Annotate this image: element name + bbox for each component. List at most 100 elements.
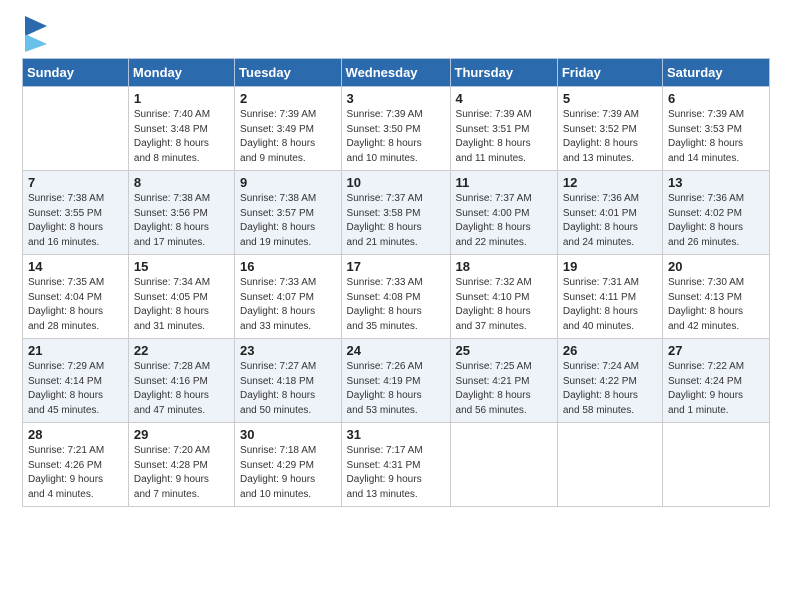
calendar-header-row: SundayMondayTuesdayWednesdayThursdayFrid… <box>23 59 770 87</box>
calendar-cell: 3 Sunrise: 7:39 AM Sunset: 3:50 PM Daylig… <box>341 87 450 171</box>
calendar-cell: 11 Sunrise: 7:37 AM Sunset: 4:00 PM Dayli… <box>450 171 557 255</box>
calendar-cell: 16 Sunrise: 7:33 AM Sunset: 4:07 PM Dayli… <box>235 255 341 339</box>
calendar-cell: 14Sunrise: 7:35 AM Sunset: 4:04 PM Dayli… <box>23 255 129 339</box>
header <box>22 18 770 52</box>
day-of-week-header: Wednesday <box>341 59 450 87</box>
day-number: 13 <box>668 175 764 190</box>
calendar-cell: 5 Sunrise: 7:39 AM Sunset: 3:52 PM Daylig… <box>557 87 662 171</box>
calendar-cell: 21 Sunrise: 7:29 AM Sunset: 4:14 PM Dayli… <box>23 339 129 423</box>
day-number: 18 <box>456 259 552 274</box>
day-detail: Sunrise: 7:30 AM Sunset: 4:13 PM Dayligh… <box>668 276 764 334</box>
day-of-week-header: Sunday <box>23 59 129 87</box>
day-number: 20 <box>668 259 764 274</box>
day-detail: Sunrise: 7:39 AM Sunset: 3:50 PM Dayligh… <box>347 108 445 166</box>
calendar-cell: 8 Sunrise: 7:38 AM Sunset: 3:56 PM Daylig… <box>128 171 234 255</box>
day-of-week-header: Saturday <box>662 59 769 87</box>
day-number: 5 <box>563 91 657 106</box>
calendar-cell: 23Sunrise: 7:27 AM Sunset: 4:18 PM Dayli… <box>235 339 341 423</box>
day-number: 28 <box>28 427 123 442</box>
day-detail: Sunrise: 7:33 AM Sunset: 4:08 PM Dayligh… <box>347 276 445 334</box>
calendar-cell: 30Sunrise: 7:18 AM Sunset: 4:29 PM Dayli… <box>235 423 341 507</box>
logo <box>22 18 47 52</box>
day-detail: Sunrise: 7:38 AM Sunset: 3:57 PM Dayligh… <box>240 192 335 250</box>
calendar-week-row: 28 Sunrise: 7:21 AM Sunset: 4:26 PM Dayli… <box>23 423 770 507</box>
day-number: 9 <box>240 175 335 190</box>
day-detail: Sunrise: 7:22 AM Sunset: 4:24 PM Dayligh… <box>668 360 764 418</box>
calendar-cell: 18 Sunrise: 7:32 AM Sunset: 4:10 PM Dayli… <box>450 255 557 339</box>
day-detail: Sunrise: 7:31 AM Sunset: 4:11 PM Dayligh… <box>563 276 657 334</box>
calendar-cell: 19 Sunrise: 7:31 AM Sunset: 4:11 PM Dayli… <box>557 255 662 339</box>
day-detail: Sunrise: 7:33 AM Sunset: 4:07 PM Dayligh… <box>240 276 335 334</box>
day-detail: Sunrise: 7:20 AM Sunset: 4:28 PM Dayligh… <box>134 444 229 502</box>
day-detail: Sunrise: 7:39 AM Sunset: 3:52 PM Dayligh… <box>563 108 657 166</box>
day-number: 1 <box>134 91 229 106</box>
day-detail: Sunrise: 7:40 AM Sunset: 3:48 PM Dayligh… <box>134 108 229 166</box>
calendar-cell: 12 Sunrise: 7:36 AM Sunset: 4:01 PM Dayli… <box>557 171 662 255</box>
calendar-week-row: 14Sunrise: 7:35 AM Sunset: 4:04 PM Dayli… <box>23 255 770 339</box>
day-number: 19 <box>563 259 657 274</box>
day-number: 31 <box>347 427 445 442</box>
day-detail: Sunrise: 7:32 AM Sunset: 4:10 PM Dayligh… <box>456 276 552 334</box>
calendar-cell: 1 Sunrise: 7:40 AM Sunset: 3:48 PM Daylig… <box>128 87 234 171</box>
day-number: 15 <box>134 259 229 274</box>
day-of-week-header: Tuesday <box>235 59 341 87</box>
calendar-cell: 22 Sunrise: 7:28 AM Sunset: 4:16 PM Dayli… <box>128 339 234 423</box>
calendar-cell: 27 Sunrise: 7:22 AM Sunset: 4:24 PM Dayli… <box>662 339 769 423</box>
calendar-cell: 4Sunrise: 7:39 AM Sunset: 3:51 PM Daylig… <box>450 87 557 171</box>
day-number: 11 <box>456 175 552 190</box>
day-number: 22 <box>134 343 229 358</box>
day-detail: Sunrise: 7:28 AM Sunset: 4:16 PM Dayligh… <box>134 360 229 418</box>
day-number: 7 <box>28 175 123 190</box>
day-detail: Sunrise: 7:34 AM Sunset: 4:05 PM Dayligh… <box>134 276 229 334</box>
day-of-week-header: Thursday <box>450 59 557 87</box>
day-detail: Sunrise: 7:26 AM Sunset: 4:19 PM Dayligh… <box>347 360 445 418</box>
calendar-cell: 26Sunrise: 7:24 AM Sunset: 4:22 PM Dayli… <box>557 339 662 423</box>
day-number: 17 <box>347 259 445 274</box>
day-detail: Sunrise: 7:39 AM Sunset: 3:53 PM Dayligh… <box>668 108 764 166</box>
calendar-cell <box>450 423 557 507</box>
calendar-cell: 2 Sunrise: 7:39 AM Sunset: 3:49 PM Daylig… <box>235 87 341 171</box>
page: SundayMondayTuesdayWednesdayThursdayFrid… <box>0 0 792 612</box>
day-detail: Sunrise: 7:36 AM Sunset: 4:01 PM Dayligh… <box>563 192 657 250</box>
day-number: 2 <box>240 91 335 106</box>
day-of-week-header: Monday <box>128 59 234 87</box>
day-number: 3 <box>347 91 445 106</box>
calendar-table: SundayMondayTuesdayWednesdayThursdayFrid… <box>22 58 770 507</box>
calendar-week-row: 1 Sunrise: 7:40 AM Sunset: 3:48 PM Daylig… <box>23 87 770 171</box>
day-detail: Sunrise: 7:24 AM Sunset: 4:22 PM Dayligh… <box>563 360 657 418</box>
day-detail: Sunrise: 7:38 AM Sunset: 3:56 PM Dayligh… <box>134 192 229 250</box>
day-number: 25 <box>456 343 552 358</box>
calendar-cell: 28 Sunrise: 7:21 AM Sunset: 4:26 PM Dayli… <box>23 423 129 507</box>
day-number: 24 <box>347 343 445 358</box>
day-detail: Sunrise: 7:36 AM Sunset: 4:02 PM Dayligh… <box>668 192 764 250</box>
calendar-cell <box>23 87 129 171</box>
calendar-week-row: 7 Sunrise: 7:38 AM Sunset: 3:55 PM Daylig… <box>23 171 770 255</box>
day-detail: Sunrise: 7:38 AM Sunset: 3:55 PM Dayligh… <box>28 192 123 250</box>
calendar-cell <box>557 423 662 507</box>
day-detail: Sunrise: 7:37 AM Sunset: 3:58 PM Dayligh… <box>347 192 445 250</box>
day-detail: Sunrise: 7:37 AM Sunset: 4:00 PM Dayligh… <box>456 192 552 250</box>
calendar-week-row: 21 Sunrise: 7:29 AM Sunset: 4:14 PM Dayli… <box>23 339 770 423</box>
calendar-cell: 31 Sunrise: 7:17 AM Sunset: 4:31 PM Dayli… <box>341 423 450 507</box>
day-number: 21 <box>28 343 123 358</box>
calendar-cell: 29 Sunrise: 7:20 AM Sunset: 4:28 PM Dayli… <box>128 423 234 507</box>
day-number: 27 <box>668 343 764 358</box>
calendar-cell: 13 Sunrise: 7:36 AM Sunset: 4:02 PM Dayli… <box>662 171 769 255</box>
day-number: 10 <box>347 175 445 190</box>
day-number: 23 <box>240 343 335 358</box>
day-number: 14 <box>28 259 123 274</box>
day-detail: Sunrise: 7:17 AM Sunset: 4:31 PM Dayligh… <box>347 444 445 502</box>
day-detail: Sunrise: 7:39 AM Sunset: 3:49 PM Dayligh… <box>240 108 335 166</box>
calendar-cell: 10 Sunrise: 7:37 AM Sunset: 3:58 PM Dayli… <box>341 171 450 255</box>
calendar-cell: 24 Sunrise: 7:26 AM Sunset: 4:19 PM Dayli… <box>341 339 450 423</box>
day-number: 29 <box>134 427 229 442</box>
day-detail: Sunrise: 7:21 AM Sunset: 4:26 PM Dayligh… <box>28 444 123 502</box>
day-number: 8 <box>134 175 229 190</box>
day-detail: Sunrise: 7:25 AM Sunset: 4:21 PM Dayligh… <box>456 360 552 418</box>
day-number: 16 <box>240 259 335 274</box>
day-detail: Sunrise: 7:18 AM Sunset: 4:29 PM Dayligh… <box>240 444 335 502</box>
day-detail: Sunrise: 7:39 AM Sunset: 3:51 PM Dayligh… <box>456 108 552 166</box>
calendar-cell: 15 Sunrise: 7:34 AM Sunset: 4:05 PM Dayli… <box>128 255 234 339</box>
day-detail: Sunrise: 7:29 AM Sunset: 4:14 PM Dayligh… <box>28 360 123 418</box>
day-number: 12 <box>563 175 657 190</box>
